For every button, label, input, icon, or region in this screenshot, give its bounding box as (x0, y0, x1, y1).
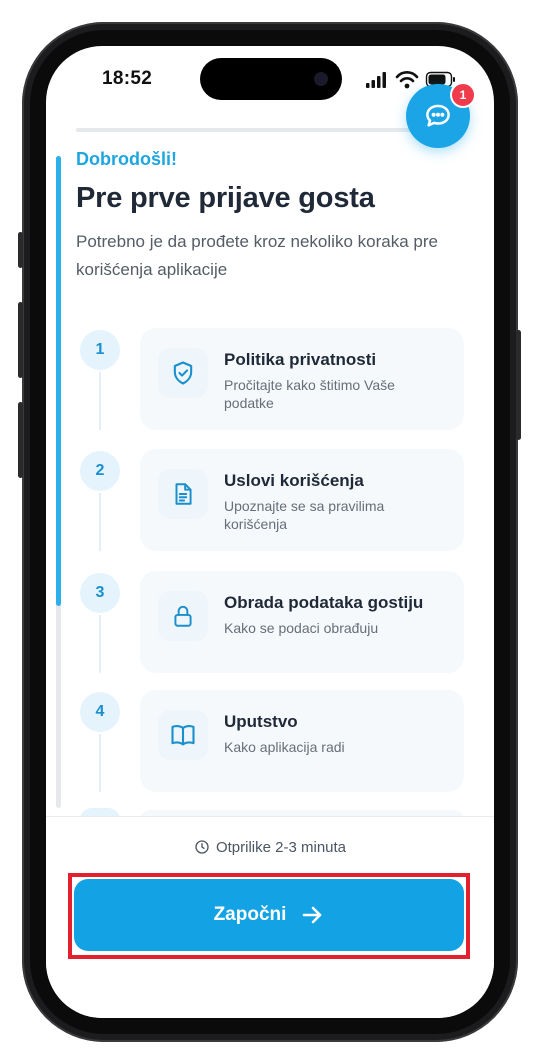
volume-down-button (18, 402, 23, 478)
step-card[interactable]: Uslovi korišćenja Upoznajte se sa pravil… (140, 449, 464, 551)
step-item-1[interactable]: 1 Politika privatnosti Pročitajte kako š… (80, 328, 470, 434)
step-card[interactable]: Obrada podataka gostiju Kako se podaci o… (140, 571, 464, 673)
step-title: Uslovi korišćenja (224, 471, 364, 490)
scroll-thumb[interactable] (56, 156, 61, 606)
dynamic-island (200, 58, 342, 100)
wifi-icon (395, 71, 419, 89)
time-estimate: Otprilike 2-3 minuta (46, 839, 494, 856)
step-title: Politika privatnosti (224, 350, 377, 369)
page-subtitle: Potrebno je da prođete kroz nekoliko kor… (76, 232, 438, 279)
silent-switch (18, 232, 23, 268)
shield-check-icon (158, 348, 208, 398)
step-number: 1 (80, 330, 120, 370)
step-description: Pročitajte kako štitimo Vaše podatke (224, 377, 395, 411)
page-title: Pre prve prijave gosta (76, 182, 375, 214)
status-time: 18:52 (102, 68, 153, 89)
step-connector (99, 734, 101, 792)
step-card[interactable]: Politika privatnosti Pročitajte kako šti… (140, 328, 464, 430)
progress-bar (76, 128, 424, 132)
start-button-label: Započni (213, 904, 287, 925)
step-title: Obrada podataka gostiju (224, 593, 424, 612)
step-item-3[interactable]: 3 Obrada podataka gostiju Kako se podaci… (80, 571, 470, 677)
signal-icon (366, 72, 386, 88)
arrow-right-icon (303, 906, 322, 924)
clock-icon (195, 840, 209, 854)
step-card[interactable]: Uputstvo Kako aplikacija radi (140, 690, 464, 792)
step-title: Uputstvo (224, 712, 298, 731)
chat-bubble-icon (426, 104, 450, 127)
step-connector (99, 615, 101, 673)
front-camera (314, 72, 328, 86)
step-description: Kako aplikacija radi (224, 739, 345, 755)
start-button[interactable]: Započni (74, 879, 464, 951)
document-icon (158, 469, 208, 519)
step-description: Upoznajte se sa pravilima korišćenja (224, 498, 385, 532)
lock-icon (158, 591, 208, 641)
step-number: 3 (80, 573, 120, 613)
step-number: 4 (80, 692, 120, 732)
book-icon (158, 710, 208, 760)
welcome-heading: Dobrodošli! (76, 149, 177, 169)
notification-badge: 1 (450, 82, 476, 108)
scroll-indicator[interactable] (56, 156, 61, 808)
app-screen: 18:52 Dobrodošli! Pre prve prijave gosta… (46, 46, 494, 1018)
step-connector (99, 493, 101, 551)
footer: Otprilike 2-3 minuta Započni (46, 816, 494, 1018)
step-number: 2 (80, 451, 120, 491)
step-description: Kako se podaci obrađuju (224, 620, 379, 636)
time-estimate-text: Otprilike 2-3 minuta (215, 839, 347, 856)
power-button (516, 330, 521, 440)
step-connector (99, 372, 101, 430)
volume-up-button (18, 302, 23, 378)
step-item-4[interactable]: 4 Uputstvo Kako aplikacija radi (80, 690, 470, 796)
step-item-2[interactable]: 2 Uslovi korišćenja Upoznajte se sa prav… (80, 449, 470, 555)
